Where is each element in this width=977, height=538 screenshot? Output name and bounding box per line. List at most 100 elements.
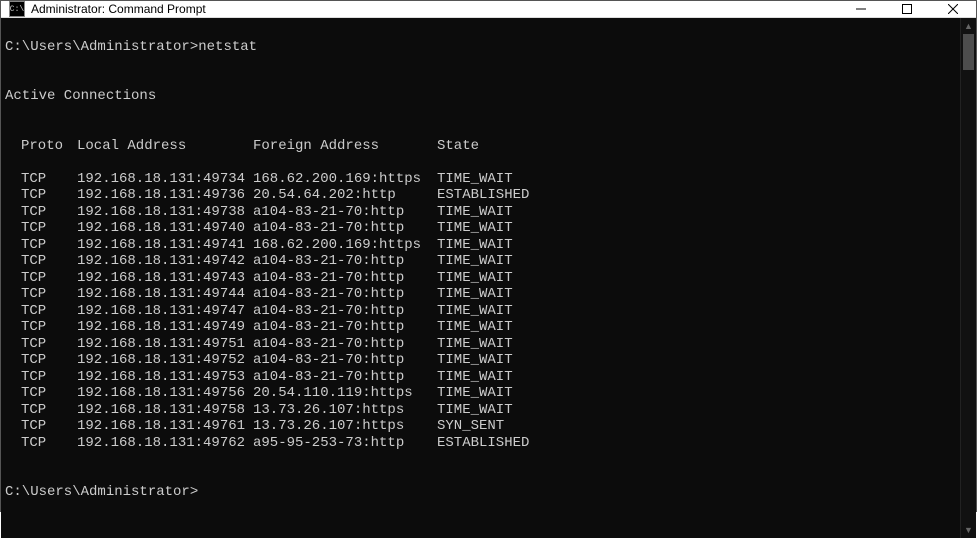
cell-local: 192.168.18.131:49738 (77, 204, 253, 221)
cell-foreign: a104-83-21-70:http (253, 336, 437, 353)
cell-state: TIME_WAIT (437, 171, 513, 188)
titlebar[interactable]: C:\ Administrator: Command Prompt (1, 1, 976, 18)
table-row: TCP192.168.18.131:4973620.54.64.202:http… (5, 187, 956, 204)
cell-proto: TCP (21, 435, 77, 452)
prompt-line: C:\Users\Administrator>netstat (5, 39, 956, 56)
table-row: TCP192.168.18.131:4976113.73.26.107:http… (5, 418, 956, 435)
scroll-down-arrow-icon[interactable]: ▼ (961, 522, 976, 538)
cell-proto: TCP (21, 220, 77, 237)
window-title: Administrator: Command Prompt (31, 2, 838, 16)
cell-foreign: 20.54.110.119:https (253, 385, 437, 402)
cell-state: ESTABLISHED (437, 435, 529, 452)
header-foreign: Foreign Address (253, 138, 437, 155)
section-heading: Active Connections (5, 88, 956, 105)
table-row: TCP192.168.18.131:49762a95-95-253-73:htt… (5, 435, 956, 452)
header-state: State (437, 138, 479, 155)
cell-local: 192.168.18.131:49741 (77, 237, 253, 254)
table-row: TCP192.168.18.131:49751a104-83-21-70:htt… (5, 336, 956, 353)
cell-local: 192.168.18.131:49743 (77, 270, 253, 287)
cell-local: 192.168.18.131:49761 (77, 418, 253, 435)
cell-proto: TCP (21, 187, 77, 204)
table-header: ProtoLocal AddressForeign AddressState (5, 138, 956, 155)
scroll-up-arrow-icon[interactable]: ▲ (961, 18, 976, 34)
cell-foreign: a95-95-253-73:http (253, 435, 437, 452)
cell-proto: TCP (21, 319, 77, 336)
cell-state: SYN_SENT (437, 418, 504, 435)
cell-proto: TCP (21, 253, 77, 270)
cell-local: 192.168.18.131:49751 (77, 336, 253, 353)
cell-foreign: 13.73.26.107:https (253, 402, 437, 419)
cell-state: ESTABLISHED (437, 187, 529, 204)
scrollbar-thumb[interactable] (963, 34, 974, 70)
cell-proto: TCP (21, 352, 77, 369)
cell-state: TIME_WAIT (437, 253, 513, 270)
cell-local: 192.168.18.131:49758 (77, 402, 253, 419)
cell-state: TIME_WAIT (437, 352, 513, 369)
prompt-line: C:\Users\Administrator> (5, 484, 956, 501)
cell-foreign: a104-83-21-70:http (253, 204, 437, 221)
cell-state: TIME_WAIT (437, 319, 513, 336)
cell-foreign: a104-83-21-70:http (253, 253, 437, 270)
minimize-button[interactable] (838, 1, 884, 17)
cell-foreign: 20.54.64.202:http (253, 187, 437, 204)
close-button[interactable] (930, 1, 976, 17)
cell-foreign: 168.62.200.169:https (253, 237, 437, 254)
table-row: TCP192.168.18.131:49741168.62.200.169:ht… (5, 237, 956, 254)
cell-foreign: 13.73.26.107:https (253, 418, 437, 435)
table-row: TCP192.168.18.131:49734168.62.200.169:ht… (5, 171, 956, 188)
cell-proto: TCP (21, 303, 77, 320)
header-local: Local Address (77, 138, 253, 155)
table-row: TCP192.168.18.131:49753a104-83-21-70:htt… (5, 369, 956, 386)
maximize-button[interactable] (884, 1, 930, 17)
cell-foreign: a104-83-21-70:http (253, 220, 437, 237)
table-row: TCP192.168.18.131:49752a104-83-21-70:htt… (5, 352, 956, 369)
cell-proto: TCP (21, 418, 77, 435)
scrollbar-track[interactable] (961, 34, 976, 522)
table-row: TCP192.168.18.131:49740a104-83-21-70:htt… (5, 220, 956, 237)
prompt-path: C:\Users\Administrator> (5, 484, 198, 500)
table-row: TCP192.168.18.131:49738a104-83-21-70:htt… (5, 204, 956, 221)
cell-state: TIME_WAIT (437, 336, 513, 353)
cell-foreign: a104-83-21-70:http (253, 369, 437, 386)
cell-local: 192.168.18.131:49753 (77, 369, 253, 386)
cell-foreign: a104-83-21-70:http (253, 286, 437, 303)
cell-foreign: a104-83-21-70:http (253, 270, 437, 287)
window-controls (838, 1, 976, 17)
cell-local: 192.168.18.131:49749 (77, 319, 253, 336)
cell-state: TIME_WAIT (437, 402, 513, 419)
cmd-icon: C:\ (9, 1, 25, 17)
cell-local: 192.168.18.131:49762 (77, 435, 253, 452)
cmd-window: C:\ Administrator: Command Prompt C:\Use… (0, 0, 977, 512)
cell-local: 192.168.18.131:49744 (77, 286, 253, 303)
table-row: TCP192.168.18.131:49747a104-83-21-70:htt… (5, 303, 956, 320)
cell-state: TIME_WAIT (437, 286, 513, 303)
cell-foreign: 168.62.200.169:https (253, 171, 437, 188)
table-row: TCP192.168.18.131:49743a104-83-21-70:htt… (5, 270, 956, 287)
cell-foreign: a104-83-21-70:http (253, 303, 437, 320)
cell-local: 192.168.18.131:49742 (77, 253, 253, 270)
cell-local: 192.168.18.131:49736 (77, 187, 253, 204)
cell-state: TIME_WAIT (437, 204, 513, 221)
cell-local: 192.168.18.131:49747 (77, 303, 253, 320)
vertical-scrollbar[interactable]: ▲ ▼ (960, 18, 976, 538)
cell-local: 192.168.18.131:49740 (77, 220, 253, 237)
cell-state: TIME_WAIT (437, 237, 513, 254)
table-row: TCP192.168.18.131:49742a104-83-21-70:htt… (5, 253, 956, 270)
cell-state: TIME_WAIT (437, 303, 513, 320)
cell-local: 192.168.18.131:49734 (77, 171, 253, 188)
cell-state: TIME_WAIT (437, 385, 513, 402)
cell-proto: TCP (21, 286, 77, 303)
cell-state: TIME_WAIT (437, 270, 513, 287)
cell-proto: TCP (21, 171, 77, 188)
cell-state: TIME_WAIT (437, 220, 513, 237)
terminal-output[interactable]: C:\Users\Administrator>netstat Active Co… (1, 18, 960, 538)
header-proto: Proto (21, 138, 77, 155)
cell-proto: TCP (21, 402, 77, 419)
cell-proto: TCP (21, 237, 77, 254)
cell-proto: TCP (21, 369, 77, 386)
cell-proto: TCP (21, 385, 77, 402)
table-row: TCP192.168.18.131:4975620.54.110.119:htt… (5, 385, 956, 402)
table-row: TCP192.168.18.131:4975813.73.26.107:http… (5, 402, 956, 419)
prompt-path: C:\Users\Administrator> (5, 39, 198, 55)
cell-foreign: a104-83-21-70:http (253, 352, 437, 369)
